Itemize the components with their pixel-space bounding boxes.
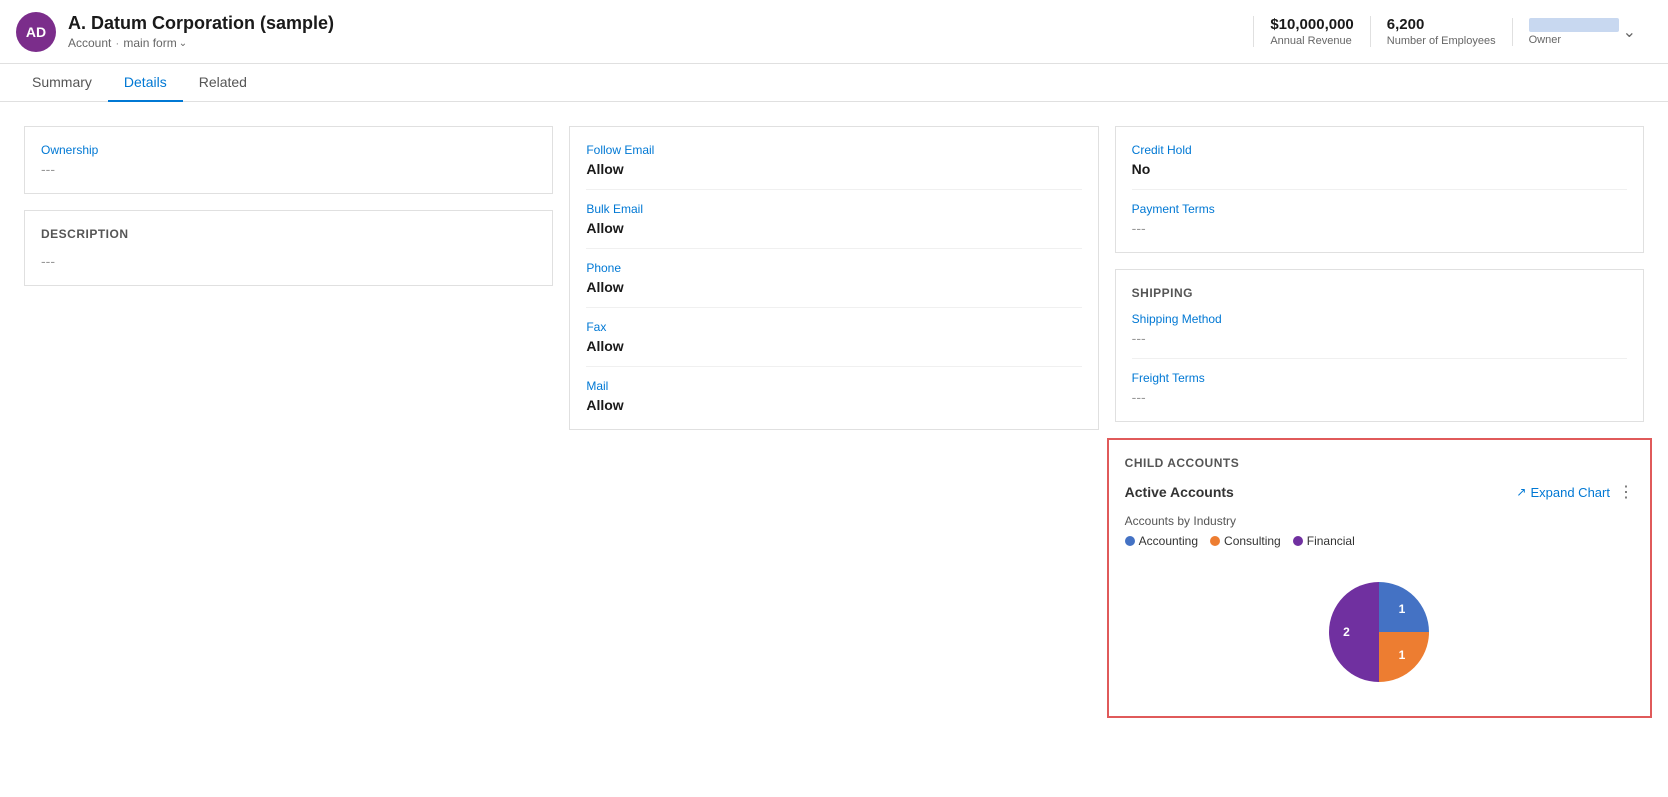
shipping-field-0: Shipping Method --- xyxy=(1132,312,1627,359)
contact-field-label-0: Follow Email xyxy=(586,143,1081,157)
right-column: Credit Hold No Payment Terms --- SHIPPIN… xyxy=(1107,118,1652,763)
ownership-field: Ownership --- xyxy=(41,143,536,177)
description-panel: Description --- xyxy=(24,210,553,286)
legend-dot-0 xyxy=(1125,536,1135,546)
header-title-block: A. Datum Corporation (sample) Account · … xyxy=(68,13,1253,50)
owner-label: Owner xyxy=(1529,34,1619,46)
shipping-field-1: Freight Terms --- xyxy=(1132,371,1627,405)
header-subtitle: Account · main form ⌄ xyxy=(68,36,1253,50)
contact-field-label-4: Mail xyxy=(586,379,1081,393)
shipping-panel: SHIPPING Shipping Method --- Freight Ter… xyxy=(1115,269,1644,422)
pie-label-0: 1 xyxy=(1399,602,1406,616)
contact-field-label-2: Phone xyxy=(586,261,1081,275)
legend-dot-2 xyxy=(1293,536,1303,546)
tab-details[interactable]: Details xyxy=(108,64,183,102)
legend-item-2: Financial xyxy=(1293,534,1355,548)
annual-revenue-value: $10,000,000 xyxy=(1270,16,1353,33)
chart-legend: Accounting Consulting Financial xyxy=(1125,534,1634,548)
form-selector[interactable]: main form ⌄ xyxy=(123,36,187,50)
legend-label-2: Financial xyxy=(1307,534,1355,548)
billing-field-label-0: Credit Hold xyxy=(1132,143,1627,157)
legend-dot-1 xyxy=(1210,536,1220,546)
avatar: AD xyxy=(16,12,56,52)
contact-field-value-3: Allow xyxy=(586,338,1081,354)
form-name: main form xyxy=(123,36,176,50)
legend-item-0: Accounting xyxy=(1125,534,1198,548)
page-header: AD A. Datum Corporation (sample) Account… xyxy=(0,0,1668,64)
shipping-fields: Shipping Method --- Freight Terms --- xyxy=(1132,312,1627,405)
contact-field-0: Follow Email Allow xyxy=(586,143,1081,190)
pie-label-1: 1 xyxy=(1399,648,1406,662)
employees-stat: 6,200 Number of Employees xyxy=(1370,16,1512,47)
legend-item-1: Consulting xyxy=(1210,534,1281,548)
contact-field-label-1: Bulk Email xyxy=(586,202,1081,216)
expand-chart-icon: ↗ xyxy=(1516,485,1526,499)
owner-value-bar xyxy=(1529,18,1619,32)
billing-field-value-0: No xyxy=(1132,161,1627,177)
shipping-field-value-1: --- xyxy=(1132,389,1627,405)
billing-panel: Credit Hold No Payment Terms --- xyxy=(1115,126,1644,253)
billing-field-0: Credit Hold No xyxy=(1132,143,1627,190)
child-accounts-section-title: CHILD ACCOUNTS xyxy=(1125,456,1634,470)
separator-dot: · xyxy=(115,36,119,50)
chart-header: Active Accounts ↗ Expand Chart ⋮ xyxy=(1125,482,1634,502)
middle-column: Follow Email Allow Bulk Email Allow Phon… xyxy=(561,118,1106,763)
header-stats: $10,000,000 Annual Revenue 6,200 Number … xyxy=(1253,16,1652,47)
contact-field-4: Mail Allow xyxy=(586,379,1081,413)
description-value: --- xyxy=(41,253,536,269)
left-column: Ownership --- Description --- xyxy=(16,118,561,763)
chart-actions: ↗ Expand Chart ⋮ xyxy=(1516,482,1634,502)
shipping-field-value-0: --- xyxy=(1132,330,1627,346)
ownership-label: Ownership xyxy=(41,143,536,157)
owner-block-content: Owner xyxy=(1529,18,1619,46)
legend-label-1: Consulting xyxy=(1224,534,1281,548)
shipping-section-title: SHIPPING xyxy=(1132,286,1627,300)
contact-field-value-4: Allow xyxy=(586,397,1081,413)
tab-related[interactable]: Related xyxy=(183,64,263,102)
contact-field-value-2: Allow xyxy=(586,279,1081,295)
expand-chart-button[interactable]: ↗ Expand Chart xyxy=(1516,485,1610,500)
more-options-icon[interactable]: ⋮ xyxy=(1618,482,1634,502)
contact-field-label-3: Fax xyxy=(586,320,1081,334)
owner-block: Owner ⌄ xyxy=(1512,18,1652,46)
pie-slice-2 xyxy=(1329,582,1379,682)
legend-label-0: Accounting xyxy=(1139,534,1198,548)
contact-field-value-1: Allow xyxy=(586,220,1081,236)
annual-revenue-label: Annual Revenue xyxy=(1270,35,1353,47)
nav-tabs: Summary Details Related xyxy=(0,64,1668,102)
pie-chart: 1 1 2 xyxy=(1319,572,1439,692)
owner-chevron-icon[interactable]: ⌄ xyxy=(1623,22,1636,42)
contact-fields: Follow Email Allow Bulk Email Allow Phon… xyxy=(586,143,1081,413)
contact-preferences-panel: Follow Email Allow Bulk Email Allow Phon… xyxy=(569,126,1098,430)
tab-summary[interactable]: Summary xyxy=(16,64,108,102)
billing-field-1: Payment Terms --- xyxy=(1132,202,1627,236)
record-type: Account xyxy=(68,36,111,50)
ownership-value: --- xyxy=(41,161,536,177)
ownership-panel: Ownership --- xyxy=(24,126,553,194)
pie-label-2: 2 xyxy=(1343,625,1350,639)
employees-label: Number of Employees xyxy=(1387,35,1496,47)
description-section-title: Description xyxy=(41,227,536,241)
employees-value: 6,200 xyxy=(1387,16,1496,33)
annual-revenue-stat: $10,000,000 Annual Revenue xyxy=(1253,16,1369,47)
billing-field-label-1: Payment Terms xyxy=(1132,202,1627,216)
contact-field-1: Bulk Email Allow xyxy=(586,202,1081,249)
child-accounts-panel: CHILD ACCOUNTS Active Accounts ↗ Expand … xyxy=(1107,438,1652,718)
chart-subtitle: Accounts by Industry xyxy=(1125,514,1634,528)
pie-chart-container: 1 1 2 xyxy=(1125,564,1634,700)
main-content: Ownership --- Description --- Follow Ema… xyxy=(0,102,1668,779)
shipping-field-label-1: Freight Terms xyxy=(1132,371,1627,385)
contact-field-2: Phone Allow xyxy=(586,261,1081,308)
form-chevron-icon: ⌄ xyxy=(179,38,187,49)
billing-field-value-1: --- xyxy=(1132,220,1627,236)
expand-chart-label: Expand Chart xyxy=(1530,485,1610,500)
billing-fields: Credit Hold No Payment Terms --- xyxy=(1132,143,1627,236)
contact-field-value-0: Allow xyxy=(586,161,1081,177)
shipping-field-label-0: Shipping Method xyxy=(1132,312,1627,326)
contact-field-3: Fax Allow xyxy=(586,320,1081,367)
chart-title: Active Accounts xyxy=(1125,484,1234,500)
record-title: A. Datum Corporation (sample) xyxy=(68,13,1253,34)
